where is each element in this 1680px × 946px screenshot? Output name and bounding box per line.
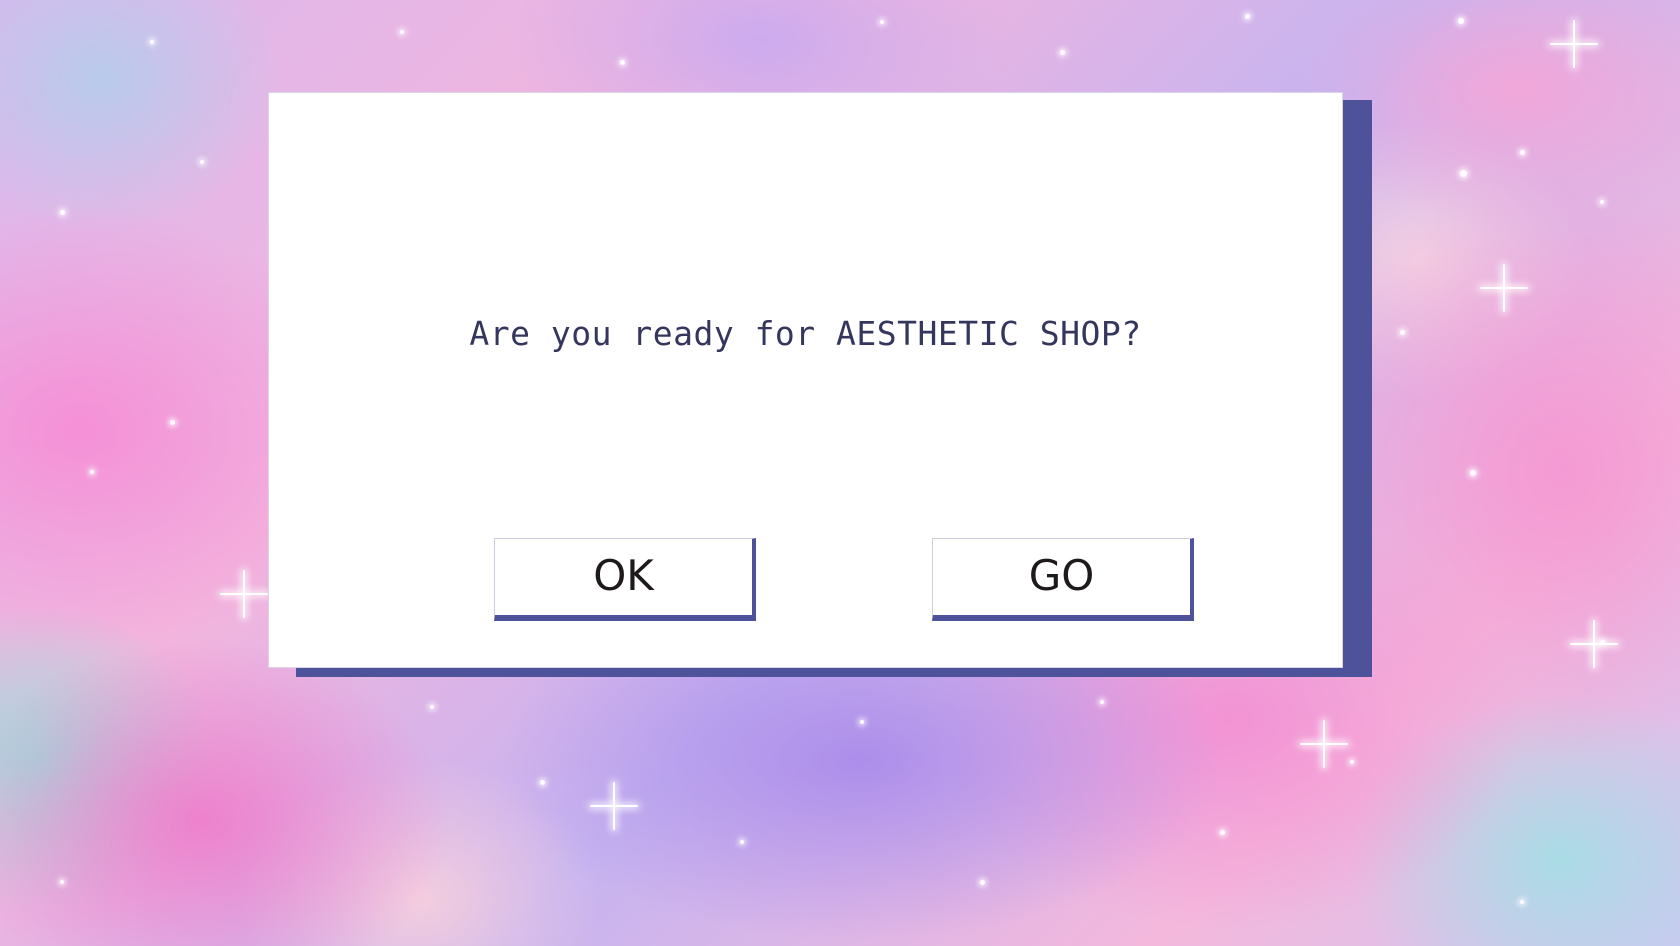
sparkle xyxy=(60,880,64,884)
star-sparkle xyxy=(1300,720,1348,768)
star-sparkle xyxy=(1550,20,1598,68)
sparkle xyxy=(860,720,864,724)
star-sparkle xyxy=(1480,264,1528,312)
sparkle xyxy=(400,30,404,34)
sparkle xyxy=(1220,830,1225,835)
sparkle xyxy=(1100,700,1104,704)
sparkle xyxy=(1350,760,1354,764)
sparkle xyxy=(540,780,545,785)
sparkle xyxy=(1470,470,1476,476)
sparkle xyxy=(200,160,204,164)
sparkle xyxy=(170,420,175,425)
sparkle xyxy=(1460,170,1467,177)
sparkle xyxy=(150,40,154,44)
sparkle xyxy=(620,60,625,65)
sparkle xyxy=(980,880,985,885)
sparkle xyxy=(1600,200,1604,204)
dialog-message: Are you ready for AESTHETIC SHOP? xyxy=(469,314,1142,353)
star-sparkle xyxy=(220,570,268,618)
star-sparkle xyxy=(1570,620,1618,668)
sparkle xyxy=(90,470,94,474)
star-sparkle xyxy=(590,782,638,830)
sparkle xyxy=(60,210,65,215)
go-button[interactable]: GO xyxy=(932,538,1194,621)
sparkle xyxy=(1458,18,1464,24)
sparkle xyxy=(740,840,744,844)
sparkle xyxy=(1520,900,1524,904)
sparkle xyxy=(1245,14,1250,19)
sparkle xyxy=(1520,150,1525,155)
sparkle xyxy=(430,705,434,709)
sparkle xyxy=(880,20,884,24)
sparkle xyxy=(1060,50,1065,55)
sparkle xyxy=(1400,330,1405,335)
ok-button[interactable]: OK xyxy=(494,538,756,621)
